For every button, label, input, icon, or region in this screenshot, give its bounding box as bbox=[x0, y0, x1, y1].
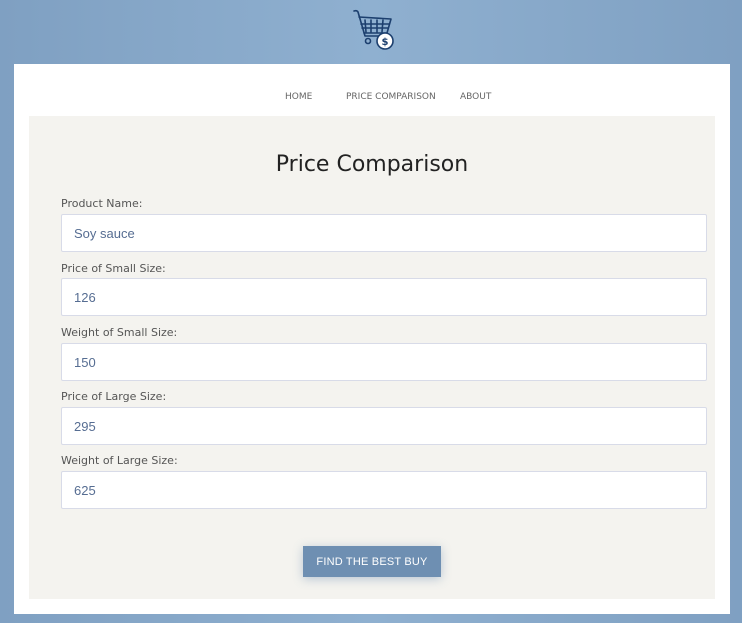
main-nav: HOME PRICE COMPARISON ABOUT bbox=[14, 92, 730, 106]
weight-small-input[interactable] bbox=[61, 343, 707, 381]
price-large-input[interactable] bbox=[61, 407, 707, 445]
content-card: HOME PRICE COMPARISON ABOUT Price Compar… bbox=[14, 64, 730, 614]
nav-price-comparison-link[interactable]: PRICE COMPARISON bbox=[346, 92, 436, 102]
nav-home-link[interactable]: HOME bbox=[285, 92, 312, 102]
product-name-input[interactable] bbox=[61, 214, 707, 252]
price-small-label: Price of Small Size: bbox=[61, 262, 166, 275]
price-small-input[interactable] bbox=[61, 278, 707, 316]
weight-small-label: Weight of Small Size: bbox=[61, 326, 178, 339]
svg-text:$: $ bbox=[382, 37, 389, 48]
nav-about-link[interactable]: ABOUT bbox=[460, 92, 491, 102]
shopping-cart-dollar-icon[interactable]: $ bbox=[351, 8, 397, 52]
weight-large-input[interactable] bbox=[61, 471, 707, 509]
page-title: Price Comparison bbox=[275, 152, 469, 177]
price-large-label: Price of Large Size: bbox=[61, 390, 167, 403]
form-panel: Price Comparison Product Name: Price of … bbox=[29, 116, 715, 599]
product-name-label: Product Name: bbox=[61, 197, 143, 210]
find-best-buy-button[interactable]: FIND THE BEST BUY bbox=[303, 546, 441, 577]
weight-large-label: Weight of Large Size: bbox=[61, 454, 178, 467]
